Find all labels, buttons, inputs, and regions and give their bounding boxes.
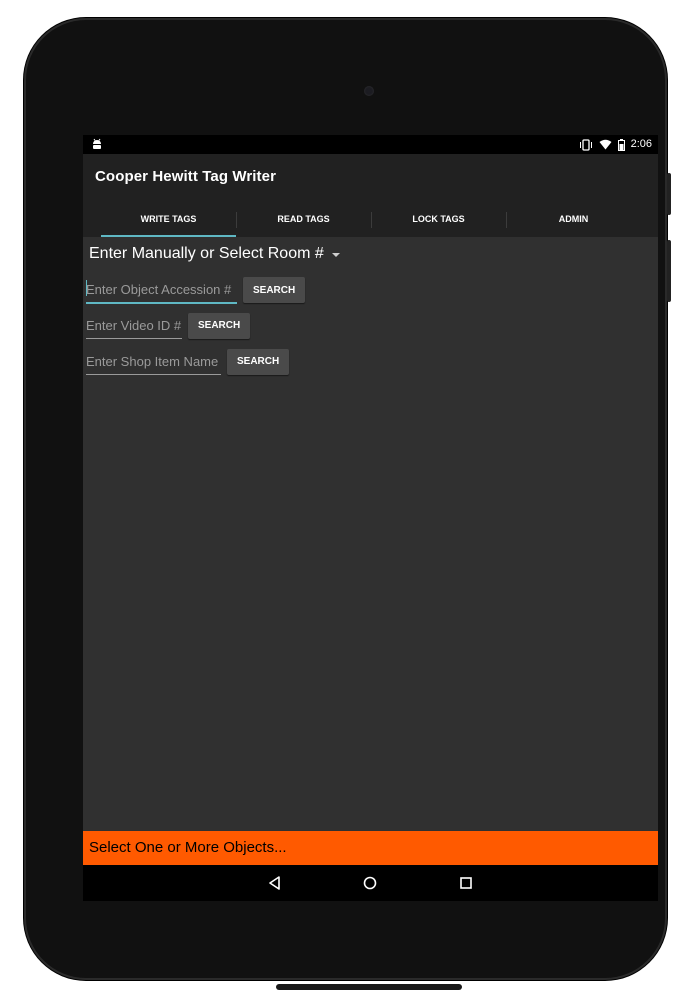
object-accession-input[interactable] — [86, 276, 237, 304]
caret-down-icon — [331, 253, 340, 257]
android-debug-icon — [93, 138, 101, 149]
device-bottom-lip — [276, 984, 462, 990]
shop-item-search-row: SEARCH — [86, 348, 290, 375]
tab-read-tags[interactable]: READ TAGS — [236, 204, 371, 237]
front-camera — [364, 86, 374, 96]
home-icon[interactable] — [361, 874, 379, 892]
screen: 2:06 Cooper Hewitt Tag Writer WRITE TAGS… — [83, 135, 658, 901]
battery-icon — [617, 138, 625, 151]
status-bar: 2:06 — [83, 135, 658, 154]
shop-item-input[interactable] — [86, 348, 221, 375]
vibrate-icon — [579, 138, 592, 151]
tab-lock-tags[interactable]: LOCK TAGS — [371, 204, 506, 237]
accession-search-row: SEARCH — [86, 276, 306, 304]
app-title: Cooper Hewitt Tag Writer — [95, 168, 277, 185]
tablet-device-frame: 2:06 Cooper Hewitt Tag Writer WRITE TAGS… — [24, 18, 671, 990]
action-bar: Cooper Hewitt Tag Writer WRITE TAGS READ… — [83, 154, 658, 237]
room-spinner-label: Enter Manually or Select Room # — [89, 245, 324, 262]
wifi-icon — [599, 139, 612, 150]
video-search-button[interactable]: SEARCH — [188, 312, 251, 339]
status-icons: 2:06 — [579, 137, 652, 152]
accession-search-button[interactable]: SEARCH — [243, 277, 306, 303]
video-search-row: SEARCH — [86, 312, 251, 339]
room-spinner[interactable]: Enter Manually or Select Room # — [89, 245, 340, 263]
tab-bar: WRITE TAGS READ TAGS LOCK TAGS ADMIN — [101, 204, 641, 237]
volume-button — [667, 173, 671, 215]
tab-admin[interactable]: ADMIN — [506, 204, 641, 237]
power-button — [667, 240, 671, 302]
recents-icon[interactable] — [457, 874, 475, 892]
tab-write-tags[interactable]: WRITE TAGS — [101, 204, 236, 237]
video-id-input[interactable] — [86, 312, 182, 339]
text-cursor — [86, 280, 87, 296]
status-message: Select One or More Objects... — [83, 831, 658, 865]
back-icon[interactable] — [266, 874, 284, 892]
clock: 2:06 — [630, 138, 652, 150]
shop-item-search-button[interactable]: SEARCH — [227, 348, 290, 375]
navigation-bar — [83, 865, 658, 901]
